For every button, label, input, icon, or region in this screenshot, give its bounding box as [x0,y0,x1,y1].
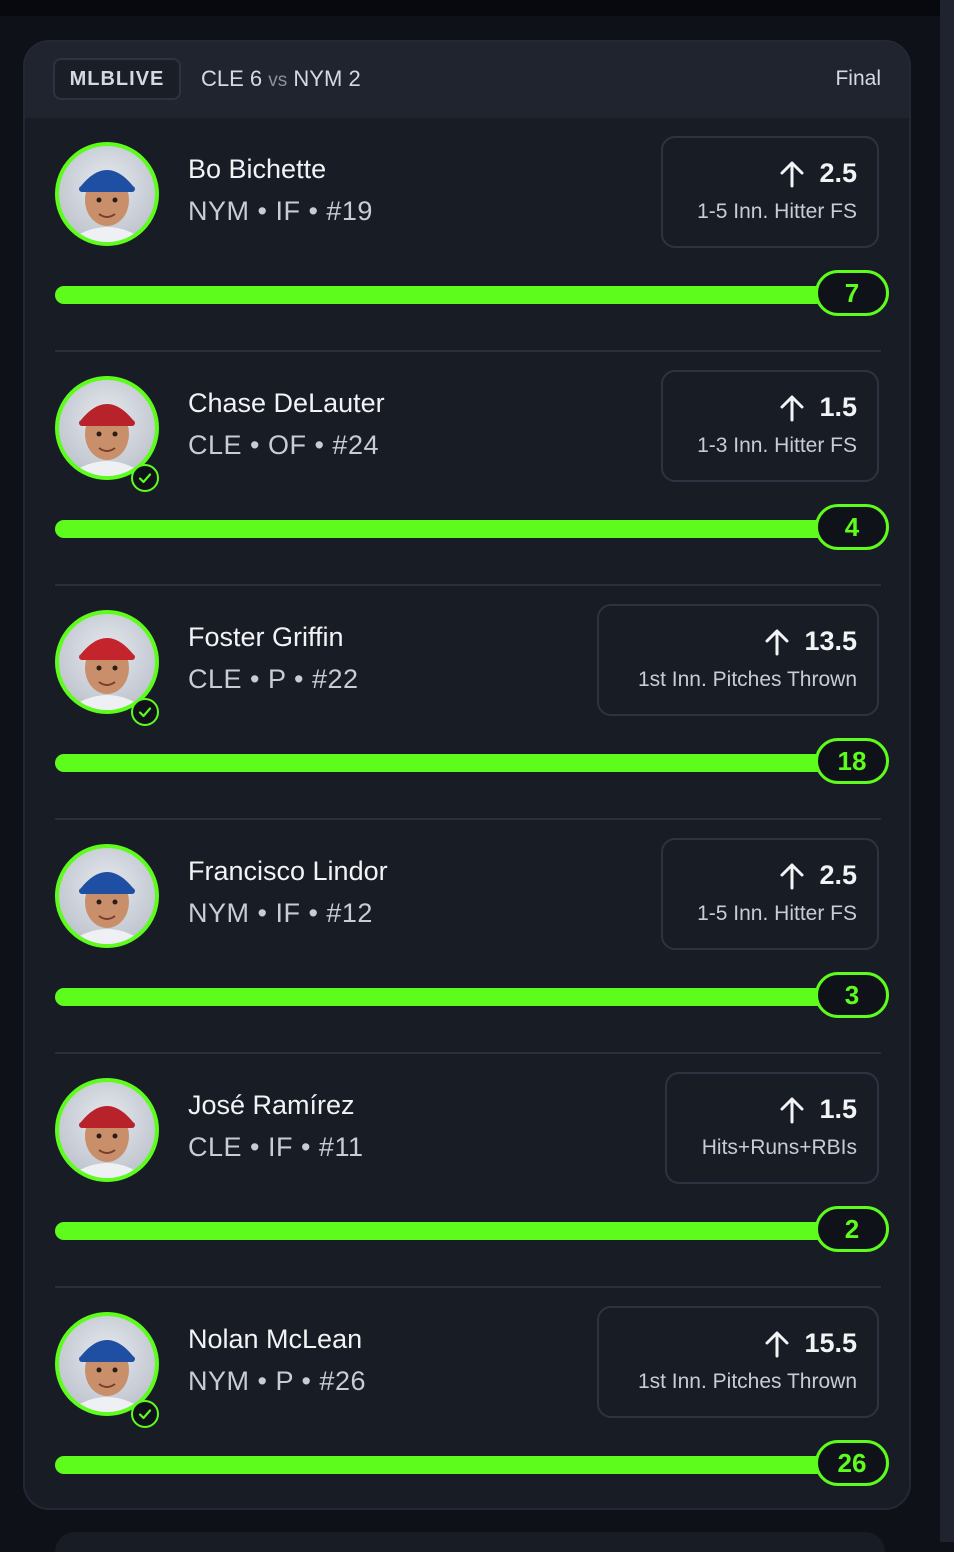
player-photo-icon [67,404,147,476]
player-name[interactable]: José Ramírez [188,1090,355,1121]
progress-track [55,988,825,1006]
player-row[interactable]: Bo Bichette NYM • IF • #19 2.5 1-5 Inn. … [25,118,909,352]
progress-track [55,520,825,538]
arrow-up-icon [765,629,789,655]
arrow-up-icon [780,161,804,187]
progress-fill [55,520,825,538]
player-photo-icon [67,638,147,710]
player-row[interactable]: Chase DeLauter CLE • OF • #24 1.5 1-3 In… [25,352,909,586]
prop-box[interactable]: 2.5 1-5 Inn. Hitter FS [661,838,879,950]
prop-line-row: 1.5 [779,392,857,423]
prop-line-row: 2.5 [779,860,857,891]
player-info: CLE • P • #22 [188,664,359,694]
prop-type: 1st Inn. Pitches Thrown [637,668,857,691]
prop-line-row: 15.5 [764,1328,857,1359]
prop-type: Hits+Runs+RBIs [701,1136,857,1159]
top-strip [0,0,940,16]
league-badge[interactable]: MLBLIVE [53,58,181,100]
next-card-peek [55,1532,885,1552]
result-value: 18 [815,738,889,784]
result-value: 26 [815,1440,889,1486]
progress-fill [55,286,825,304]
lineup-card: MLBLIVE CLE 6 vs NYM 2 Final Bo Bichette… [23,40,911,1510]
vs-label: vs [268,70,288,91]
result-value: 2 [815,1206,889,1252]
prop-line-row: 1.5 [779,1094,857,1125]
player-name[interactable]: Nolan McLean [188,1324,362,1355]
prop-line: 13.5 [804,626,857,656]
player-info: NYM • IF • #19 [188,196,373,226]
arrow-up-icon [780,1097,804,1123]
player-photo-icon [67,1340,147,1412]
prop-line: 2.5 [819,158,857,188]
prop-line: 1.5 [819,1094,857,1124]
score-a: 6 [249,66,263,91]
prop-line: 15.5 [804,1328,857,1358]
arrow-up-icon [780,863,804,889]
player-row[interactable]: José Ramírez CLE • IF • #11 1.5 Hits+Run… [25,1054,909,1288]
scrollbar-track[interactable] [940,0,954,1542]
progress-track [55,1222,825,1240]
player-name[interactable]: Francisco Lindor [188,856,388,887]
player-row[interactable]: Francisco Lindor NYM • IF • #12 2.5 1-5 … [25,820,909,1054]
card-header: MLBLIVE CLE 6 vs NYM 2 Final [25,42,909,118]
progress-fill [55,1222,825,1240]
result-value: 4 [815,504,889,550]
result-value: 3 [815,972,889,1018]
player-name[interactable]: Bo Bichette [188,154,326,185]
player-info: CLE • IF • #11 [188,1132,364,1162]
game-status: Final [835,67,881,90]
prop-type: 1-5 Inn. Hitter FS [697,200,857,223]
player-photo-icon [67,1106,147,1178]
prop-line: 1.5 [819,392,857,422]
player-info: NYM • IF • #12 [188,898,373,928]
prop-box[interactable]: 1.5 Hits+Runs+RBIs [665,1072,879,1184]
result-value: 7 [815,270,889,316]
prop-line: 2.5 [819,860,857,890]
progress-fill [55,988,825,1006]
player-info: NYM • P • #26 [188,1366,366,1396]
prop-box[interactable]: 13.5 1st Inn. Pitches Thrown [597,604,879,716]
game-score: CLE 6 vs NYM 2 [201,66,361,92]
prop-line-row: 13.5 [764,626,857,657]
player-avatar[interactable] [55,844,159,948]
player-row[interactable]: Nolan McLean NYM • P • #26 15.5 1st Inn.… [25,1288,909,1508]
progress-fill [55,1456,825,1474]
player-avatar[interactable] [55,1078,159,1182]
prop-type: 1-5 Inn. Hitter FS [697,902,857,925]
progress-fill [55,754,825,772]
team-a: CLE [201,66,244,91]
arrow-up-icon [765,1331,789,1357]
player-info: CLE • OF • #24 [188,430,379,460]
prop-type: 1-3 Inn. Hitter FS [697,434,857,457]
progress-track [55,754,825,772]
verified-check-icon [131,464,159,492]
progress-track [55,286,825,304]
player-row[interactable]: Foster Griffin CLE • P • #22 13.5 1st In… [25,586,909,820]
score-b: 2 [348,66,361,91]
verified-check-icon [131,1400,159,1428]
progress-track [55,1456,825,1474]
player-photo-icon [67,872,147,944]
team-b: NYM [293,66,343,91]
prop-box[interactable]: 1.5 1-3 Inn. Hitter FS [661,370,879,482]
player-photo-icon [67,170,147,242]
prop-line-row: 2.5 [779,158,857,189]
player-avatar[interactable] [55,142,159,246]
player-name[interactable]: Foster Griffin [188,622,344,653]
arrow-up-icon [780,395,804,421]
prop-box[interactable]: 2.5 1-5 Inn. Hitter FS [661,136,879,248]
prop-box[interactable]: 15.5 1st Inn. Pitches Thrown [597,1306,879,1418]
prop-type: 1st Inn. Pitches Thrown [637,1370,857,1393]
verified-check-icon [131,698,159,726]
player-name[interactable]: Chase DeLauter [188,388,385,419]
